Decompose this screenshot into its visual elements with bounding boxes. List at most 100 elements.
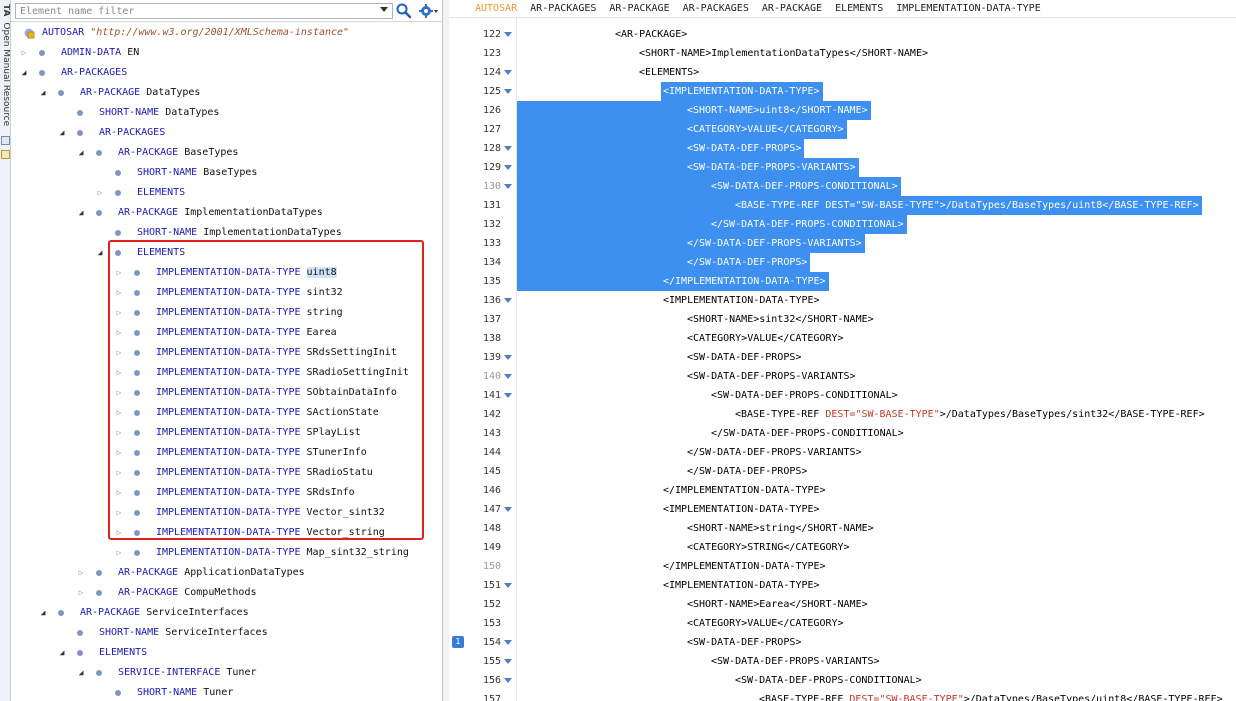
gear-icon[interactable] bbox=[418, 2, 440, 20]
expanded-arrow-icon[interactable]: ◢ bbox=[76, 204, 86, 222]
code-line[interactable]: 126 <SHORT-NAME>uint8</SHORT-NAME> bbox=[449, 101, 1236, 120]
collapsed-arrow-icon[interactable]: ▷ bbox=[114, 264, 124, 282]
fold-toggle-icon[interactable] bbox=[504, 678, 512, 683]
collapsed-arrow-icon[interactable]: ▷ bbox=[114, 384, 124, 402]
tree-row[interactable]: ▷ AR-PACKAGE ApplicationDataTypes bbox=[11, 564, 442, 582]
fold-toggle-icon[interactable] bbox=[504, 355, 512, 360]
code-line[interactable]: 123 <SHORT-NAME>ImplementationDataTypes</… bbox=[449, 44, 1236, 63]
collapsed-arrow-icon[interactable]: ▷ bbox=[114, 464, 124, 482]
tree-row[interactable]: ◢ AR-PACKAGE DataTypes bbox=[11, 84, 442, 102]
tree-row[interactable]: ▷ IMPLEMENTATION-DATA-TYPE Vector_string bbox=[11, 524, 442, 542]
tree-row[interactable]: ▷ ADMIN-DATA EN bbox=[11, 44, 442, 62]
collapsed-arrow-icon[interactable]: ▷ bbox=[114, 364, 124, 382]
expanded-arrow-icon[interactable]: ◢ bbox=[76, 664, 86, 682]
code-line[interactable]: 153 <CATEGORY>VALUE</CATEGORY> bbox=[449, 614, 1236, 633]
collapsed-arrow-icon[interactable]: ▷ bbox=[114, 484, 124, 502]
expanded-arrow-icon[interactable]: ◢ bbox=[57, 644, 67, 662]
collapsed-arrow-icon[interactable]: ▷ bbox=[114, 544, 124, 562]
code-line[interactable]: 143 </SW-DATA-DEF-PROPS-CONDITIONAL> bbox=[449, 424, 1236, 443]
collapsed-arrow-icon[interactable]: ▷ bbox=[114, 524, 124, 542]
fold-toggle-icon[interactable] bbox=[504, 393, 512, 398]
fold-toggle-icon[interactable] bbox=[504, 659, 512, 664]
tree-row[interactable]: SHORT-NAME ImplementationDataTypes bbox=[11, 224, 442, 242]
expanded-arrow-icon[interactable]: ◢ bbox=[76, 144, 86, 162]
tree-row[interactable]: ◢ SERVICE-INTERFACE Tuner bbox=[11, 664, 442, 682]
tree-row[interactable]: SHORT-NAME BaseTypes bbox=[11, 164, 442, 182]
tree-row[interactable]: ◢ AR-PACKAGES bbox=[11, 64, 442, 82]
fold-toggle-icon[interactable] bbox=[504, 298, 512, 303]
tree-row[interactable]: ◢ AR-PACKAGES bbox=[11, 124, 442, 142]
tree-row[interactable]: ▷ IMPLEMENTATION-DATA-TYPE SObtainDataInf… bbox=[11, 384, 442, 402]
tree-row[interactable]: ▷ IMPLEMENTATION-DATA-TYPE SRdsInfo bbox=[11, 484, 442, 502]
resource-icon[interactable] bbox=[1, 136, 10, 145]
tree-row[interactable]: ◢ ELEMENTS bbox=[11, 644, 442, 662]
code-line[interactable]: 146 </IMPLEMENTATION-DATA-TYPE> bbox=[449, 481, 1236, 500]
tree-row[interactable]: ◢ AR-PACKAGE ImplementationDataTypes bbox=[11, 204, 442, 222]
code-line[interactable]: 136 <IMPLEMENTATION-DATA-TYPE> bbox=[449, 291, 1236, 310]
expanded-arrow-icon[interactable]: ◢ bbox=[95, 244, 105, 262]
tree-row[interactable]: ▷ IMPLEMENTATION-DATA-TYPE string bbox=[11, 304, 442, 322]
tree-row[interactable]: ▷ IMPLEMENTATION-DATA-TYPE Vector_sint32 bbox=[11, 504, 442, 522]
fold-toggle-icon[interactable] bbox=[504, 146, 512, 151]
code-line[interactable]: 128 <SW-DATA-DEF-PROPS> bbox=[449, 139, 1236, 158]
expanded-arrow-icon[interactable]: ◢ bbox=[38, 604, 48, 622]
code-line[interactable]: 130 <SW-DATA-DEF-PROPS-CONDITIONAL> bbox=[449, 177, 1236, 196]
code-line[interactable]: 133 </SW-DATA-DEF-PROPS-VARIANTS> bbox=[449, 234, 1236, 253]
bookmark-marker-icon[interactable]: 1 bbox=[452, 636, 464, 648]
tree-row[interactable]: SHORT-NAME Tuner bbox=[11, 684, 442, 701]
tree-row[interactable]: ▷ IMPLEMENTATION-DATA-TYPE STunerInfo bbox=[11, 444, 442, 462]
collapsed-arrow-icon[interactable]: ▷ bbox=[114, 404, 124, 422]
tree-row[interactable]: ▷ IMPLEMENTATION-DATA-TYPE sint32 bbox=[11, 284, 442, 302]
code-line[interactable]: 156 <SW-DATA-DEF-PROPS-CONDITIONAL> bbox=[449, 671, 1236, 690]
code-line[interactable]: 145 </SW-DATA-DEF-PROPS> bbox=[449, 462, 1236, 481]
tree-row[interactable]: ▷ IMPLEMENTATION-DATA-TYPE SRadioSettingI… bbox=[11, 364, 442, 382]
tree-row[interactable]: ◢ AR-PACKAGE ServiceInterfaces bbox=[11, 604, 442, 622]
code-line[interactable]: 135 </IMPLEMENTATION-DATA-TYPE> bbox=[449, 272, 1236, 291]
element-name-filter-input[interactable] bbox=[15, 3, 393, 19]
tree-root-autosar[interactable]: AUTOSAR "http://www.w3.org/2001/XMLSchem… bbox=[11, 24, 442, 42]
code-line[interactable]: 149 <CATEGORY>STRING</CATEGORY> bbox=[449, 538, 1236, 557]
code-line[interactable]: 138 <CATEGORY>VALUE</CATEGORY> bbox=[449, 329, 1236, 348]
breadcrumb-item[interactable]: ELEMENTS bbox=[835, 3, 883, 14]
code-line[interactable]: 141 <SW-DATA-DEF-PROPS-CONDITIONAL> bbox=[449, 386, 1236, 405]
tree-row[interactable]: ▷ AR-PACKAGE CompuMethods bbox=[11, 584, 442, 602]
tree-row[interactable]: ◢ AR-PACKAGE BaseTypes bbox=[11, 144, 442, 162]
code-line[interactable]: 122 <AR-PACKAGE> bbox=[449, 25, 1236, 44]
tree-row[interactable]: ▷ IMPLEMENTATION-DATA-TYPE SRdsSettingIni… bbox=[11, 344, 442, 362]
collapsed-arrow-icon[interactable]: ▷ bbox=[114, 324, 124, 342]
tree-row[interactable]: ▷ IMPLEMENTATION-DATA-TYPE Earea bbox=[11, 324, 442, 342]
fold-toggle-icon[interactable] bbox=[504, 89, 512, 94]
side-strip-label[interactable]: TAOpen Manual Resource bbox=[1, 4, 10, 126]
code-line[interactable]: 147 <IMPLEMENTATION-DATA-TYPE> bbox=[449, 500, 1236, 519]
collapsed-arrow-icon[interactable]: ▷ bbox=[76, 584, 86, 602]
search-icon[interactable] bbox=[395, 2, 413, 20]
tree-row[interactable]: ▷ IMPLEMENTATION-DATA-TYPE SPlayList bbox=[11, 424, 442, 442]
fold-toggle-icon[interactable] bbox=[504, 165, 512, 170]
fold-toggle-icon[interactable] bbox=[504, 374, 512, 379]
expanded-arrow-icon[interactable]: ◢ bbox=[38, 84, 48, 102]
collapsed-arrow-icon[interactable]: ▷ bbox=[19, 44, 29, 62]
expanded-arrow-icon[interactable]: ◢ bbox=[19, 64, 29, 82]
breadcrumb-item[interactable]: AR-PACKAGE bbox=[762, 3, 822, 14]
folder-icon[interactable] bbox=[1, 150, 10, 159]
code-line[interactable]: 132 </SW-DATA-DEF-PROPS-CONDITIONAL> bbox=[449, 215, 1236, 234]
code-line[interactable]: 150 </IMPLEMENTATION-DATA-TYPE> bbox=[449, 557, 1236, 576]
code-line[interactable]: 144 </SW-DATA-DEF-PROPS-VARIANTS> bbox=[449, 443, 1236, 462]
fold-toggle-icon[interactable] bbox=[504, 32, 512, 37]
code-line[interactable]: 125 <IMPLEMENTATION-DATA-TYPE> bbox=[449, 82, 1236, 101]
tree-row[interactable]: SHORT-NAME ServiceInterfaces bbox=[11, 624, 442, 642]
tree-row[interactable]: ▷ ELEMENTS bbox=[11, 184, 442, 202]
code-line[interactable]: 154 <SW-DATA-DEF-PROPS> bbox=[449, 633, 1236, 652]
breadcrumb-item[interactable]: AR-PACKAGE bbox=[609, 3, 669, 14]
code-line[interactable]: 129 <SW-DATA-DEF-PROPS-VARIANTS> bbox=[449, 158, 1236, 177]
fold-toggle-icon[interactable] bbox=[504, 583, 512, 588]
code-line[interactable]: 157 <BASE-TYPE-REF DEST="SW-BASE-TYPE">/D… bbox=[449, 690, 1236, 701]
breadcrumb-item[interactable]: IMPLEMENTATION-DATA-TYPE bbox=[896, 3, 1041, 14]
fold-toggle-icon[interactable] bbox=[504, 507, 512, 512]
code-line[interactable]: 140 <SW-DATA-DEF-PROPS-VARIANTS> bbox=[449, 367, 1236, 386]
code-line[interactable]: 124 <ELEMENTS> bbox=[449, 63, 1236, 82]
breadcrumb-item[interactable]: AR-PACKAGES bbox=[530, 3, 596, 14]
tree-row[interactable]: SHORT-NAME DataTypes bbox=[11, 104, 442, 122]
collapsed-arrow-icon[interactable]: ▷ bbox=[114, 444, 124, 462]
code-line[interactable]: 131 <BASE-TYPE-REF DEST="SW-BASE-TYPE">/D… bbox=[449, 196, 1236, 215]
